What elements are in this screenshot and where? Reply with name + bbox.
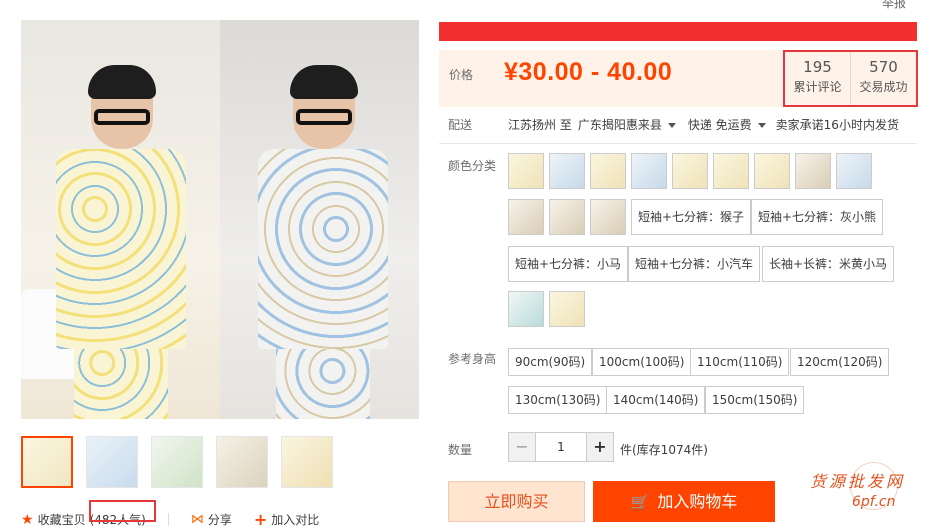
decrement-button[interactable]: − (508, 432, 536, 462)
sales-count: 570 (869, 58, 898, 76)
favorite-link[interactable]: ★ 收藏宝贝 (482人气) (21, 500, 156, 526)
watermark-url: 6pf.cn (852, 494, 896, 510)
shipping-label: 配送 (448, 118, 473, 132)
price-value: ¥30.00 - 40.00 (504, 58, 673, 86)
main-product-image (21, 20, 419, 419)
chevron-down-icon (757, 123, 766, 128)
size-label: 参考身高 (448, 352, 497, 366)
color-swatch-10[interactable] (508, 199, 544, 235)
shipping-row: 配送 江苏扬州 至 广东揭阳惠来县 快递 免运费 卖家承诺16小时内发货 (448, 116, 899, 133)
color-swatch-9[interactable] (836, 153, 872, 189)
color-option-text[interactable]: 长袖+长裤：米黄小马 (762, 246, 895, 282)
price-box: 价格 ¥30.00 - 40.00 195 累计评论 570 交易成功 (439, 50, 918, 107)
add-to-cart-label: 加入购物车 (657, 492, 738, 511)
reviews-label: 累计评论 (793, 80, 842, 94)
divider (167, 512, 169, 526)
increment-button[interactable]: + (586, 432, 614, 462)
size-option[interactable]: 130cm(130码) (508, 386, 608, 414)
price-label: 价格 (449, 68, 474, 82)
thumbnail-1[interactable] (21, 436, 73, 488)
color-option-text[interactable]: 短袖+七分裤：灰小熊 (751, 199, 884, 235)
quantity-input[interactable]: 1 (536, 432, 586, 462)
color-option-text[interactable]: 短袖+七分裤：小汽车 (628, 246, 761, 282)
share-label: 分享 (207, 513, 232, 526)
chevron-down-icon (667, 123, 676, 128)
share-icon: ⋈ (190, 512, 204, 526)
color-swatch-6[interactable] (713, 153, 749, 189)
compare-link[interactable]: + 加入对比 (254, 510, 319, 526)
color-option-text[interactable]: 短袖+七分裤：小马 (508, 246, 629, 282)
report-link[interactable]: 举报 (882, 0, 906, 11)
plus-icon: + (253, 510, 268, 526)
quantity-label: 数量 (448, 443, 473, 457)
favorite-label: 收藏宝贝 (37, 513, 86, 526)
size-option[interactable]: 90cm(90码) (508, 348, 593, 376)
model-blue-pajamas (248, 65, 398, 419)
thumbnail-3[interactable] (151, 436, 203, 488)
size-option[interactable]: 140cm(140码) (606, 386, 706, 414)
color-option-text[interactable]: 短袖+七分裤：猴子 (631, 199, 752, 235)
color-swatch-13[interactable] (508, 291, 544, 327)
size-option[interactable]: 120cm(120码) (790, 348, 890, 376)
sales-label: 交易成功 (859, 80, 908, 94)
reviews-stat[interactable]: 195 累计评论 (785, 52, 850, 105)
star-icon: ★ (21, 511, 34, 526)
color-swatch-14[interactable] (549, 291, 585, 327)
ship-to-select[interactable]: 广东揭阳惠来县 (578, 116, 684, 133)
product-actions: ★ 收藏宝贝 (482人气) ⋈ 分享 + 加入对比 (21, 500, 341, 526)
sales-stats-box: 195 累计评论 570 交易成功 (783, 50, 918, 107)
ship-from: 江苏扬州 至 (508, 118, 572, 132)
stock-info: 件(库存1074件) (620, 443, 708, 457)
quantity-stepper: − 1 + (508, 432, 614, 462)
color-swatch-8[interactable] (795, 153, 831, 189)
thumbnail-strip (21, 436, 333, 488)
size-option[interactable]: 110cm(110码) (690, 348, 790, 376)
watermark-text: 货源批发网 (810, 472, 906, 491)
divider (439, 143, 917, 144)
add-to-cart-button[interactable]: 🛒 加入购物车 (593, 481, 775, 522)
thumbnail-2[interactable] (86, 436, 138, 488)
share-link[interactable]: ⋈ 分享 (191, 511, 232, 526)
buy-now-button[interactable]: 立即购买 (448, 481, 585, 522)
color-swatch-7[interactable] (754, 153, 790, 189)
color-label: 颜色分类 (448, 159, 497, 173)
color-swatch-1[interactable] (508, 153, 544, 189)
ship-promise: 卖家承诺16小时内发货 (775, 118, 899, 132)
size-option[interactable]: 150cm(150码) (705, 386, 805, 414)
color-swatch-12[interactable] (590, 199, 626, 235)
cart-icon: 🛒 (630, 493, 650, 511)
compare-label: 加入对比 (271, 513, 320, 526)
color-swatch-11[interactable] (549, 199, 585, 235)
promo-banner (439, 22, 917, 41)
color-swatch-2[interactable] (549, 153, 585, 189)
photo-right-half (220, 20, 419, 419)
thumbnail-4[interactable] (216, 436, 268, 488)
color-swatch-3[interactable] (590, 153, 626, 189)
thumbnail-5[interactable] (281, 436, 333, 488)
photo-left-half (21, 20, 220, 419)
sales-stat: 570 交易成功 (850, 52, 916, 105)
site-watermark: 货源批发网 6pf.cn (800, 462, 920, 522)
color-swatch-5[interactable] (672, 153, 708, 189)
color-swatch-4[interactable] (631, 153, 667, 189)
ship-method-select[interactable]: 快递 免运费 (688, 116, 774, 133)
model-yellow-pajamas (46, 65, 196, 419)
reviews-count: 195 (803, 58, 832, 76)
size-option[interactable]: 100cm(100码) (592, 348, 692, 376)
popularity-highlight-box (89, 500, 156, 522)
